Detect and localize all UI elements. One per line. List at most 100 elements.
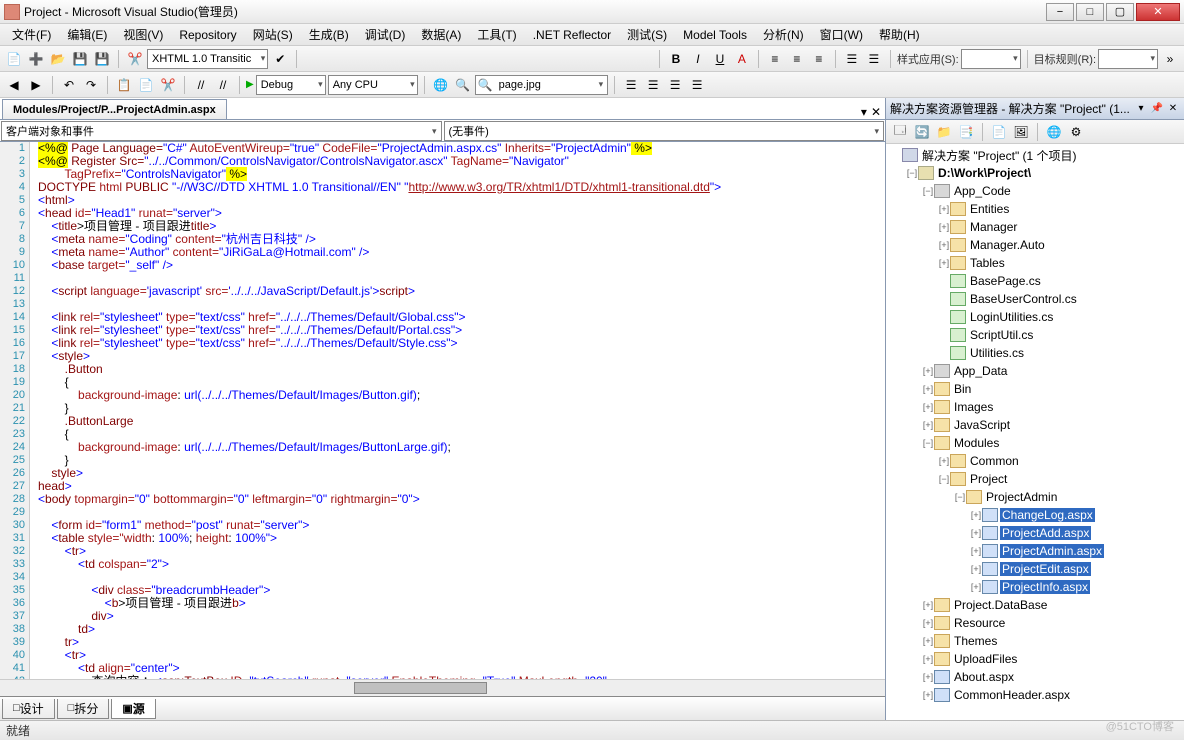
style-apply-combo[interactable] [961, 49, 1021, 69]
save-icon[interactable]: 💾 [70, 49, 90, 69]
align-center-icon[interactable]: ≡ [787, 49, 807, 69]
underline-icon[interactable]: U [710, 49, 730, 69]
menu-website[interactable]: 网站(S) [245, 24, 301, 45]
restore-button[interactable]: □ [1076, 3, 1104, 21]
tab-dropdown-icon[interactable]: ▾ [861, 105, 867, 119]
bold-icon[interactable]: B [666, 49, 686, 69]
tree-node[interactable]: [+]App_Data [886, 362, 1184, 380]
nest-icon[interactable]: 📑 [956, 122, 976, 142]
config-combo[interactable]: Debug [256, 75, 326, 95]
tab-close-icon[interactable]: ✕ [871, 105, 881, 119]
code-editor[interactable]: 1234567891011121314151617181920212223242… [0, 142, 885, 679]
nav-fwd-icon[interactable]: ▶ [26, 75, 46, 95]
cut-icon[interactable]: ✂️ [125, 49, 145, 69]
cut2-icon[interactable]: ✂️ [158, 75, 178, 95]
new-icon[interactable]: 📄 [4, 49, 24, 69]
tree-node[interactable]: [+]UploadFiles [886, 650, 1184, 668]
overflow-icon[interactable]: » [1160, 49, 1180, 69]
paste-icon[interactable]: 📋 [114, 75, 134, 95]
pin-icon[interactable]: 📌 [1150, 102, 1164, 116]
doctype-combo[interactable]: XHTML 1.0 Transitic [147, 49, 268, 69]
tree-node[interactable]: [−]Project [886, 470, 1184, 488]
tree-node[interactable]: [+]ProjectAdmin.aspx [886, 542, 1184, 560]
tree-node[interactable]: [+]Themes [886, 632, 1184, 650]
menu-analyze[interactable]: 分析(N) [755, 24, 812, 45]
target-rule-combo[interactable] [1098, 49, 1158, 69]
menu-modeltools[interactable]: Model Tools [675, 26, 755, 44]
add-icon[interactable]: ➕ [26, 49, 46, 69]
tree-node[interactable]: [−]Modules [886, 434, 1184, 452]
tree-node[interactable]: [−]App_Code [886, 182, 1184, 200]
italic-icon[interactable]: I [688, 49, 708, 69]
tb-btn-b[interactable]: ☰ [643, 75, 663, 95]
menu-help[interactable]: 帮助(H) [871, 24, 928, 45]
numlist-icon[interactable]: ☰ [864, 49, 884, 69]
view-designer-icon[interactable]: 🖼 [1011, 122, 1031, 142]
tb-btn-c[interactable]: ☰ [665, 75, 685, 95]
tree-node[interactable]: BaseUserControl.cs [886, 290, 1184, 308]
align-left-icon[interactable]: ≡ [765, 49, 785, 69]
copy-icon[interactable]: 📄 [136, 75, 156, 95]
nav-back-icon[interactable]: ◀ [4, 75, 24, 95]
tb-btn-a[interactable]: ☰ [621, 75, 641, 95]
tree-node[interactable]: [−]D:\Work\Project\ [886, 164, 1184, 182]
menu-view[interactable]: 视图(V) [115, 24, 171, 45]
design-tab[interactable]: □ 设计 [2, 699, 55, 719]
code-content[interactable]: <%@ Page Language="C#" AutoEventWireup="… [30, 142, 885, 679]
maximize-button[interactable]: ▢ [1106, 3, 1134, 21]
properties-icon[interactable]: 🗔 [890, 122, 910, 142]
tree-node[interactable]: [+]Common [886, 452, 1184, 470]
tree-node[interactable]: [+]Project.DataBase [886, 596, 1184, 614]
browser-icon[interactable]: 🌐 [431, 75, 451, 95]
showall-icon[interactable]: 📁 [934, 122, 954, 142]
tree-node[interactable]: [+]CommonHeader.aspx [886, 686, 1184, 704]
tree-node[interactable]: [+]Entities [886, 200, 1184, 218]
tree-node[interactable]: [+]Tables [886, 254, 1184, 272]
close-panel-icon[interactable]: ✕ [1166, 102, 1180, 116]
source-tab[interactable]: ▣ 源 [111, 699, 155, 719]
copy-web-icon[interactable]: 🌐 [1044, 122, 1064, 142]
tree-node[interactable]: [+]Images [886, 398, 1184, 416]
tb-btn-d[interactable]: ☰ [687, 75, 707, 95]
split-tab[interactable]: □ 拆分 [57, 699, 110, 719]
client-objects-combo[interactable]: 客户端对象和事件 [1, 121, 442, 141]
play-icon[interactable]: ▶ [246, 79, 254, 90]
tree-node[interactable]: ScriptUtil.cs [886, 326, 1184, 344]
tree-node[interactable]: [+]About.aspx [886, 668, 1184, 686]
tree-node[interactable]: [+]Manager [886, 218, 1184, 236]
doc-tab-active[interactable]: Modules/Project/P...ProjectAdmin.aspx [2, 99, 227, 119]
saveall-icon[interactable]: 💾 [92, 49, 112, 69]
tree-node[interactable]: [−]ProjectAdmin [886, 488, 1184, 506]
minimize-button[interactable]: − [1046, 3, 1074, 21]
config-icon[interactable]: ⚙ [1066, 122, 1086, 142]
menu-tools[interactable]: 工具(T) [469, 24, 524, 45]
tree-node[interactable]: BasePage.cs [886, 272, 1184, 290]
tree-node[interactable]: [+]Resource [886, 614, 1184, 632]
menu-reflector[interactable]: .NET Reflector [525, 26, 619, 44]
list-icon[interactable]: ☰ [842, 49, 862, 69]
menu-build[interactable]: 生成(B) [301, 24, 357, 45]
find-icon[interactable]: 🔍 [453, 75, 473, 95]
tree-node[interactable]: Utilities.cs [886, 344, 1184, 362]
tree-node[interactable]: [+]ChangeLog.aspx [886, 506, 1184, 524]
menu-test[interactable]: 测试(S) [619, 24, 675, 45]
view-code-icon[interactable]: 📄 [989, 122, 1009, 142]
menu-data[interactable]: 数据(A) [413, 24, 469, 45]
tree-node[interactable]: 解决方案 "Project" (1 个项目) [886, 146, 1184, 164]
tree-node[interactable]: [+]ProjectInfo.aspx [886, 578, 1184, 596]
events-combo[interactable]: (无事件) [444, 121, 885, 141]
close-button[interactable]: ✕ [1136, 3, 1180, 21]
open-icon[interactable]: 📂 [48, 49, 68, 69]
tree-node[interactable]: [+]Bin [886, 380, 1184, 398]
platform-combo[interactable]: Any CPU [328, 75, 418, 95]
validate-icon[interactable]: ✔ [270, 49, 290, 69]
refresh-icon[interactable]: 🔄 [912, 122, 932, 142]
find-input[interactable] [495, 76, 595, 94]
uncomment-icon[interactable]: // [213, 75, 233, 95]
horizontal-scrollbar[interactable] [0, 679, 885, 696]
comment-icon[interactable]: // [191, 75, 211, 95]
tree-node[interactable]: [+]Manager.Auto [886, 236, 1184, 254]
undo-icon[interactable]: ↶ [59, 75, 79, 95]
redo-icon[interactable]: ↷ [81, 75, 101, 95]
menu-repository[interactable]: Repository [171, 26, 244, 44]
